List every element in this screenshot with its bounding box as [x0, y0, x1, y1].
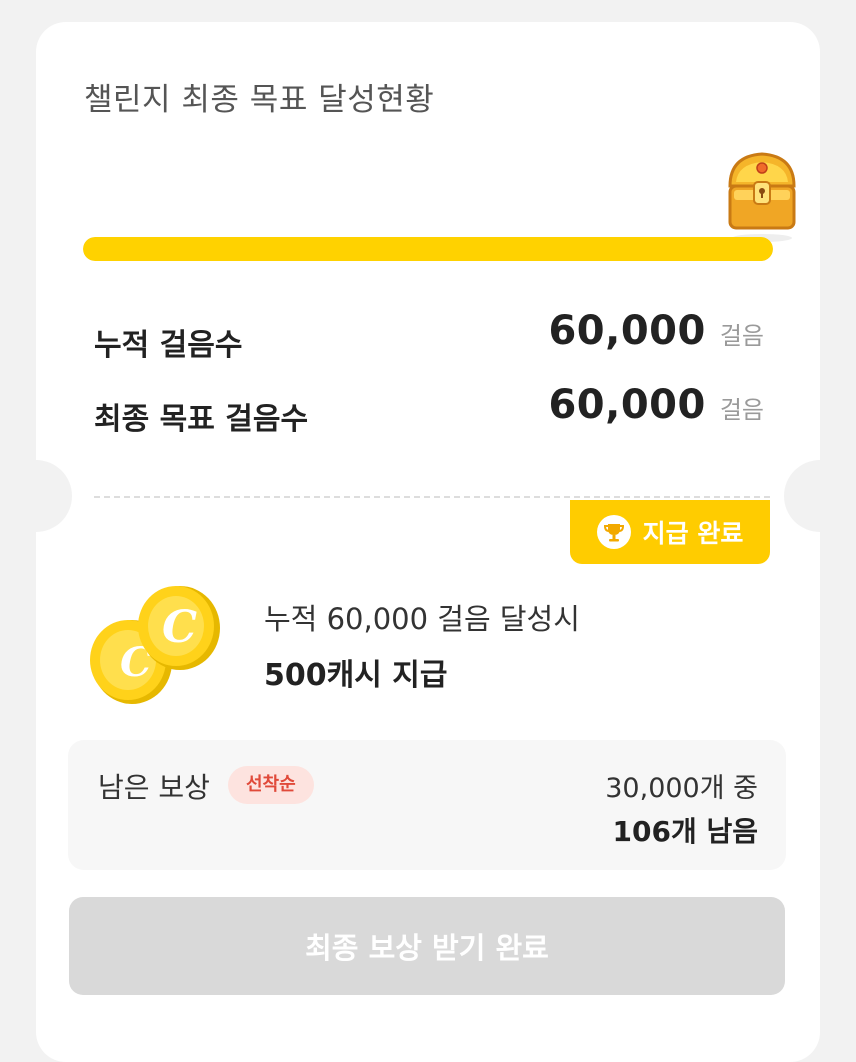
claim-final-reward-button[interactable]: 최종 보상 받기 완료	[69, 897, 785, 995]
stat-value: 60,000	[548, 382, 706, 428]
goal-progress-bar	[83, 237, 773, 261]
page-title: 챌린지 최종 목표 달성현황	[84, 82, 435, 118]
stat-label: 최종 목표 걸음수	[94, 402, 309, 437]
remaining-count: 106개 남음	[612, 815, 758, 848]
stat-label: 누적 걸음수	[94, 328, 243, 363]
badge-label: 지급 완료	[642, 519, 744, 548]
trophy-icon	[596, 515, 631, 549]
stat-value: 60,000	[548, 308, 706, 354]
ticket-notch-right	[784, 460, 856, 532]
reward-condition: 누적 60,000 걸음 달성시	[264, 602, 580, 636]
stat-row-goal-steps: 최종 목표 걸음수 60,000 걸음	[94, 382, 764, 442]
stat-row-accumulated-steps: 누적 걸음수 60,000 걸음	[94, 308, 764, 368]
remaining-label: 남은 보상	[98, 771, 210, 804]
stat-unit: 걸음	[719, 322, 764, 350]
coins-icon: C C	[84, 580, 234, 710]
svg-text:C: C	[162, 602, 197, 653]
first-come-tag: 선착순	[228, 766, 314, 804]
reward-amount: 500캐시 지급	[264, 658, 448, 693]
goal-progress-fill	[83, 237, 773, 261]
ticket-notch-left	[0, 460, 72, 532]
challenge-status-card: 챌린지 최종 목표 달성현황 누적 걸음수 60,000 걸음 최종 목표 걸음…	[0, 22, 856, 1062]
stat-unit: 걸음	[719, 396, 764, 424]
treasure-chest-icon	[722, 142, 802, 246]
remaining-rewards-panel: 남은 보상 선착순 30,000개 중 106개 남음	[68, 740, 786, 870]
dashed-divider	[94, 496, 770, 498]
status-badge: 지급 완료	[570, 500, 770, 564]
remaining-total: 30,000개 중	[605, 773, 758, 804]
